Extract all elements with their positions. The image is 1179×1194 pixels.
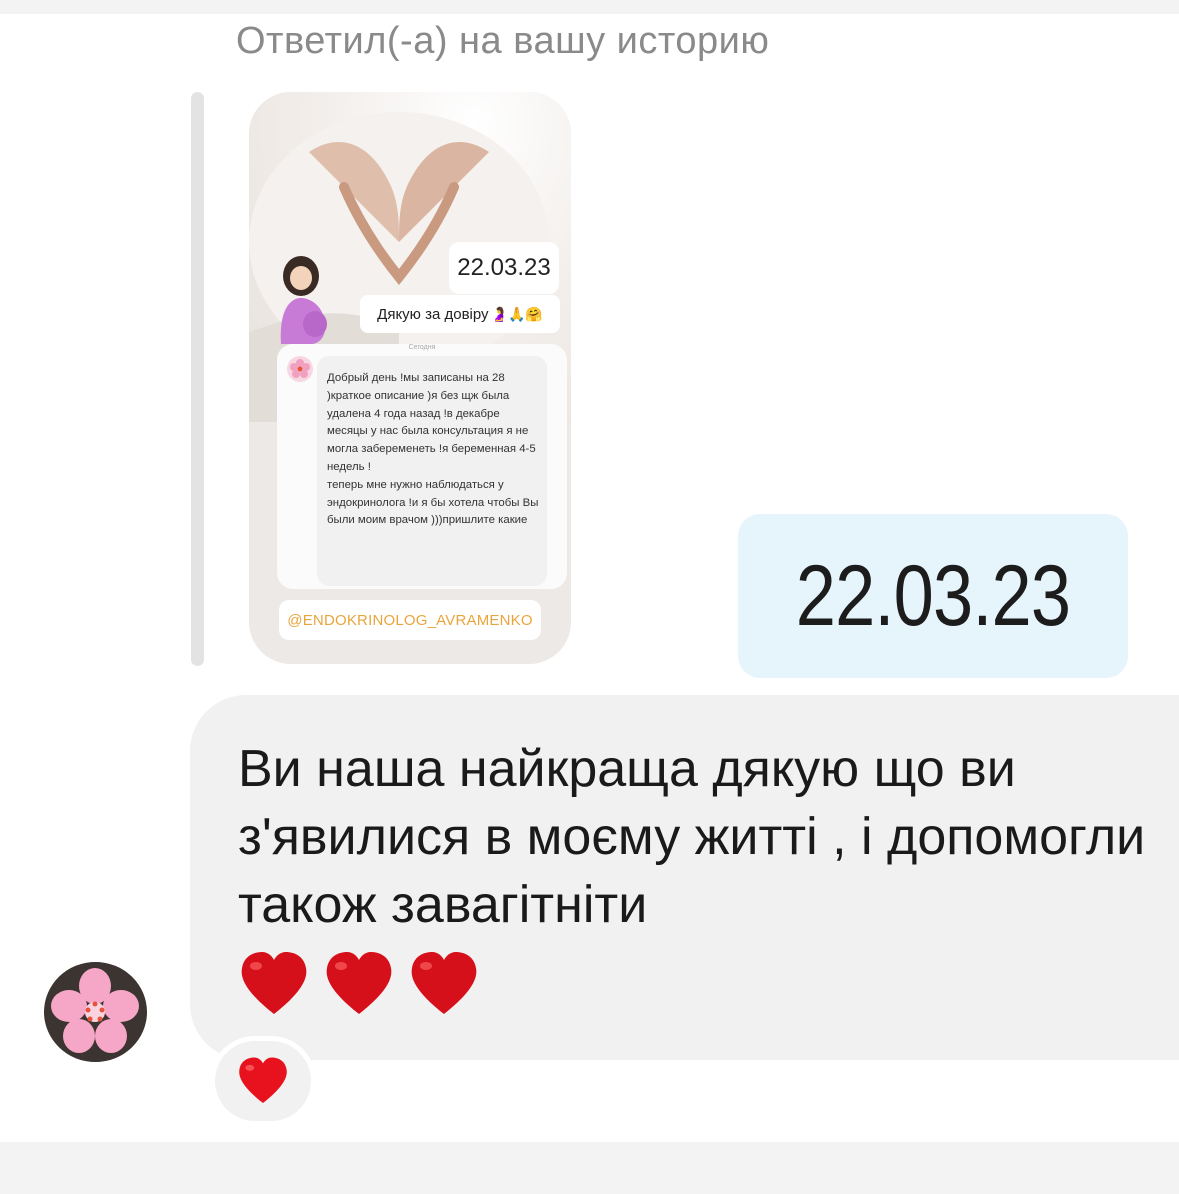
story-reply-caption: Ответил(-а) на вашу историю	[236, 20, 770, 62]
story-thanks-emojis: 🤰🙏🤗	[490, 305, 543, 322]
top-strip	[0, 0, 1179, 14]
pregnant-woman-icon	[271, 252, 331, 350]
cherry-blossom-icon	[287, 356, 313, 382]
story-chat-today: Сегодня	[408, 344, 436, 351]
bottom-strip	[0, 1142, 1179, 1194]
heart-icon	[241, 952, 307, 1014]
story-chat-message: Добрый день !мы записаны на 28 )краткое …	[327, 372, 539, 527]
sender-avatar[interactable]	[44, 962, 147, 1062]
reply-quote-bar	[191, 92, 204, 666]
story-chat-screenshot: Сегодня Добрый день !мы записаны на 28 )…	[277, 344, 567, 589]
story-thanks-label: Дякую за довіру 🤰🙏🤗	[360, 295, 560, 333]
story-date-label: 22.03.23	[449, 242, 559, 294]
story-preview[interactable]: 22.03.23 Дякую за довіру 🤰🙏🤗 Сегодня Доб…	[249, 92, 571, 664]
heart-icon	[326, 952, 392, 1014]
outgoing-message-bubble[interactable]: 22.03.23	[738, 514, 1128, 678]
story-handle-sticker: @ENDOKRINOLOG_AVRAMENKO	[279, 600, 541, 640]
heart-icon	[239, 1057, 287, 1104]
story-thanks-text: Дякую за довіру	[377, 305, 489, 323]
incoming-message-text: Ви наша найкраща дякую що ви з'явилися в…	[238, 740, 1146, 934]
outgoing-message-text: 22.03.23	[795, 547, 1071, 644]
message-hearts	[238, 950, 480, 1026]
heart-reaction[interactable]	[210, 1036, 316, 1126]
story-chat-bubble: Добрый день !мы записаны на 28 )краткое …	[317, 356, 547, 586]
cherry-blossom-icon	[45, 962, 145, 1062]
heart-icon	[411, 952, 477, 1014]
